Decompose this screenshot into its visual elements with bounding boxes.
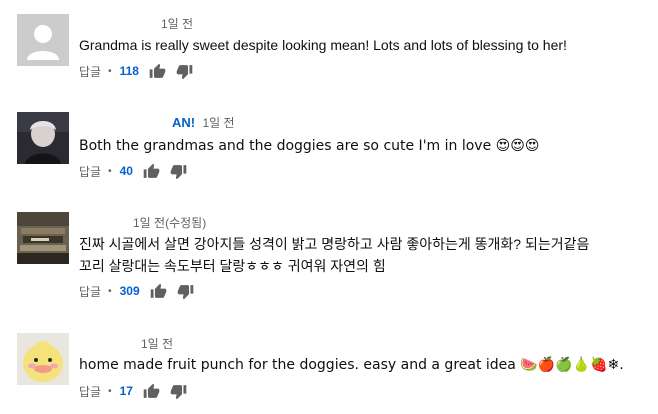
comment-meta: AN! 1일 전 (172, 114, 235, 131)
reply-button[interactable]: 답글 (79, 63, 101, 80)
comment-text: home made fruit punch for the doggies. e… (79, 353, 624, 376)
comment-text-content: Both the grandmas and the doggies are so… (79, 138, 540, 154)
thumbs-up-icon[interactable] (149, 63, 166, 80)
comment-text: 진짜 시골에서 살면 강아지들 성격이 밝고 명랑하고 사람 좋아하는게 똥개화… (79, 233, 589, 277)
comment-text-line: 꼬리 살랑대는 속도부터 달랑ㅎㅎㅎ 귀여워 자연의 힘 (79, 258, 386, 274)
thumbs-up-icon[interactable] (143, 383, 160, 400)
separator-dot: • (108, 285, 112, 297)
comment-meta: 1일 전 (137, 335, 173, 352)
like-count: 309 (119, 284, 140, 298)
comment-time[interactable]: 1일 전 (161, 17, 193, 31)
like-count: 40 (119, 164, 133, 178)
thumbs-down-icon[interactable] (176, 63, 193, 80)
comment-time[interactable]: 1일 전 (202, 116, 234, 130)
comment-actions: 답글 • 17 (79, 381, 197, 401)
separator-dot: • (108, 385, 112, 397)
comment-text: Both the grandmas and the doggies are so… (79, 134, 539, 157)
reply-button[interactable]: 답글 (79, 383, 101, 400)
comment-text-line: 진짜 시골에서 살면 강아지들 성격이 밝고 명랑하고 사람 좋아하는게 똥개화… (79, 236, 590, 252)
reply-button[interactable]: 답글 (79, 283, 101, 300)
comment-text: Grandma is really sweet despite looking … (79, 37, 567, 53)
avatar[interactable] (17, 212, 69, 264)
separator-dot: • (108, 65, 112, 77)
separator-dot: • (108, 165, 112, 177)
comment-meta: 1일 전(수정됨) (129, 214, 206, 231)
comment-text-content: home made fruit punch for the doggies. e… (79, 357, 624, 373)
comment-actions: 답글 • 309 (79, 281, 204, 301)
avatar[interactable] (17, 14, 69, 66)
comment-actions: 답글 • 118 (79, 61, 203, 81)
avatar[interactable] (17, 333, 69, 385)
comment-author[interactable]: AN! (172, 115, 195, 130)
thumbs-up-icon[interactable] (150, 283, 167, 300)
thumbs-down-icon[interactable] (170, 163, 187, 180)
reply-button[interactable]: 답글 (79, 163, 101, 180)
thumbs-down-icon[interactable] (177, 283, 194, 300)
comment-actions: 답글 • 40 (79, 161, 197, 181)
like-count: 118 (119, 64, 139, 78)
avatar[interactable] (17, 112, 69, 164)
thumbs-up-icon[interactable] (143, 163, 160, 180)
like-count: 17 (119, 384, 133, 398)
thumbs-down-icon[interactable] (170, 383, 187, 400)
comment-time[interactable]: 1일 전 (141, 337, 173, 351)
comment-time[interactable]: 1일 전(수정됨) (133, 216, 206, 230)
comment-meta: 1일 전 (157, 15, 193, 32)
